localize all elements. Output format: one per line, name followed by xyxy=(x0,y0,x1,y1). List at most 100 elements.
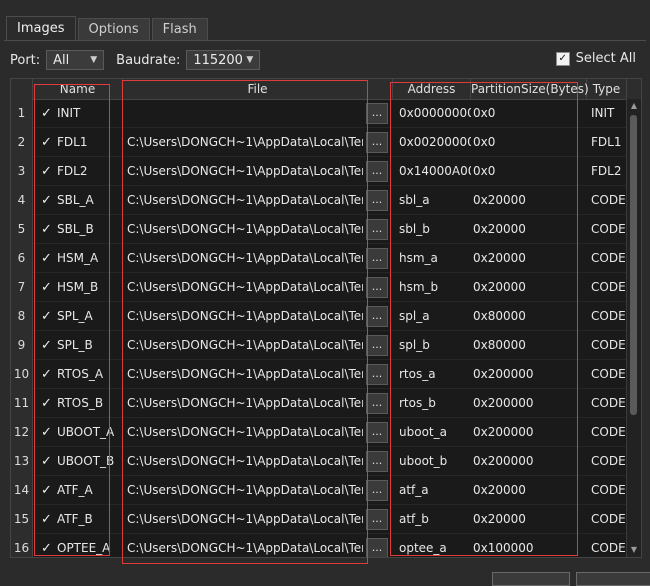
browse-button[interactable]: ... xyxy=(366,161,388,182)
row-partition-size: 0x200000 xyxy=(473,367,534,381)
browse-button[interactable]: ... xyxy=(366,480,388,501)
vertical-scrollbar[interactable]: ▲ ▼ xyxy=(626,99,641,557)
row-partition-size: 0x20000 xyxy=(473,512,526,526)
row-file[interactable]: C:\Users\DONGCH~1\AppData\Local\Temp xyxy=(127,389,363,418)
browse-button[interactable]: ... xyxy=(366,277,388,298)
browse-button[interactable]: ... xyxy=(366,422,388,443)
row-name: HSM_B xyxy=(57,280,99,294)
browse-button[interactable]: ... xyxy=(366,103,388,124)
row-type: CODE xyxy=(591,367,626,381)
table-row[interactable]: 13 ✓ UBOOT_B C:\Users\DONGCH~1\AppData\Loca… xyxy=(11,447,627,476)
row-file[interactable]: C:\Users\DONGCH~1\AppData\Local\Temp xyxy=(127,302,363,331)
table-row[interactable]: 5 ✓ SBL_B C:\Users\DONGCH~1\AppData\Local\T… xyxy=(11,215,627,244)
row-check-icon[interactable]: ✓ xyxy=(41,244,52,273)
row-file[interactable]: C:\Users\DONGCH~1\AppData\Local\Temp xyxy=(127,534,363,557)
row-address: 0x00000000 xyxy=(399,106,471,120)
row-number: 10 xyxy=(11,360,33,389)
row-name: SPL_A xyxy=(57,309,93,323)
row-check-icon[interactable]: ✓ xyxy=(41,360,52,389)
row-check-icon[interactable]: ✓ xyxy=(41,447,52,476)
row-check-icon[interactable]: ✓ xyxy=(41,476,52,505)
row-check-icon[interactable]: ✓ xyxy=(41,389,52,418)
header-address[interactable]: Address xyxy=(393,79,471,99)
row-file[interactable] xyxy=(127,99,363,128)
scroll-down-icon[interactable]: ▼ xyxy=(627,543,641,557)
port-toolbar: Port: All ▼ Baudrate: 115200 ▼ xyxy=(10,49,261,71)
row-number: 16 xyxy=(11,534,33,557)
row-file[interactable]: C:\Users\DONGCH~1\AppData\Local\Temp xyxy=(127,128,363,157)
bottom-button-left[interactable] xyxy=(492,572,570,586)
table-row[interactable]: 8 ✓ SPL_A C:\Users\DONGCH~1\AppData\Local\T… xyxy=(11,302,627,331)
header-name[interactable]: Name xyxy=(33,79,123,99)
header-file[interactable]: File xyxy=(123,79,393,99)
row-file[interactable]: C:\Users\DONGCH~1\AppData\Local\Temp xyxy=(127,244,363,273)
tab-images[interactable]: Images xyxy=(6,16,76,40)
browse-button[interactable]: ... xyxy=(366,538,388,557)
browse-button[interactable]: ... xyxy=(366,190,388,211)
row-check-icon[interactable]: ✓ xyxy=(41,128,52,157)
table-row[interactable]: 14 ✓ ATF_A C:\Users\DONGCH~1\AppData\Local\… xyxy=(11,476,627,505)
browse-button[interactable]: ... xyxy=(366,132,388,153)
row-file[interactable]: C:\Users\DONGCH~1\AppData\Local\Temp xyxy=(127,418,363,447)
row-file[interactable]: C:\Users\DONGCH~1\AppData\Local\Temp xyxy=(127,476,363,505)
select-all-checkbox[interactable]: ✓ xyxy=(555,51,570,66)
row-number: 5 xyxy=(11,215,33,244)
table-row[interactable]: 10 ✓ RTOS_A C:\Users\DONGCH~1\AppData\Local… xyxy=(11,360,627,389)
bottom-button-right[interactable] xyxy=(576,572,650,586)
table-row[interactable]: 3 ✓ FDL2 C:\Users\DONGCH~1\AppData\Local\Te… xyxy=(11,157,627,186)
row-file[interactable]: C:\Users\DONGCH~1\AppData\Local\Temp xyxy=(127,215,363,244)
row-check-icon[interactable]: ✓ xyxy=(41,331,52,360)
table-row[interactable]: 12 ✓ UBOOT_A C:\Users\DONGCH~1\AppData\Loca… xyxy=(11,418,627,447)
row-file[interactable]: C:\Users\DONGCH~1\AppData\Local\Temp xyxy=(127,505,363,534)
row-name: SBL_B xyxy=(57,222,94,236)
baudrate-select[interactable]: 115200 ▼ xyxy=(186,50,261,70)
table-row[interactable]: 15 ✓ ATF_B C:\Users\DONGCH~1\AppData\Local\… xyxy=(11,505,627,534)
row-check-icon[interactable]: ✓ xyxy=(41,418,52,447)
row-address: optee_a xyxy=(399,541,447,555)
browse-button[interactable]: ... xyxy=(366,364,388,385)
row-check-icon[interactable]: ✓ xyxy=(41,157,52,186)
row-number: 1 xyxy=(11,99,33,128)
row-check-icon[interactable]: ✓ xyxy=(41,99,52,128)
browse-button[interactable]: ... xyxy=(366,393,388,414)
row-check-icon[interactable]: ✓ xyxy=(41,505,52,534)
table-row[interactable]: 2 ✓ FDL1 C:\Users\DONGCH~1\AppData\Local\Te… xyxy=(11,128,627,157)
browse-button[interactable]: ... xyxy=(366,335,388,356)
tab-options[interactable]: Options xyxy=(77,18,150,40)
browse-button[interactable]: ... xyxy=(366,219,388,240)
tab-flash[interactable]: Flash xyxy=(151,18,208,40)
table-row[interactable]: 4 ✓ SBL_A C:\Users\DONGCH~1\AppData\Local\T… xyxy=(11,186,627,215)
row-file[interactable]: C:\Users\DONGCH~1\AppData\Local\Temp xyxy=(127,331,363,360)
scroll-up-icon[interactable]: ▲ xyxy=(627,99,641,113)
table-row[interactable]: 11 ✓ RTOS_B C:\Users\DONGCH~1\AppData\Local… xyxy=(11,389,627,418)
browse-button[interactable]: ... xyxy=(366,306,388,327)
browse-button[interactable]: ... xyxy=(366,509,388,530)
table-row[interactable]: 16 ✓ OPTEE_A C:\Users\DONGCH~1\AppData\Loca… xyxy=(11,534,627,557)
row-file[interactable]: C:\Users\DONGCH~1\AppData\Local\Temp xyxy=(127,186,363,215)
row-file[interactable]: C:\Users\DONGCH~1\AppData\Local\Temp xyxy=(127,360,363,389)
row-check-icon[interactable]: ✓ xyxy=(41,186,52,215)
port-select[interactable]: All ▼ xyxy=(46,50,105,70)
browse-button[interactable]: ... xyxy=(366,248,388,269)
row-check-icon[interactable]: ✓ xyxy=(41,534,52,557)
row-check-icon[interactable]: ✓ xyxy=(41,273,52,302)
table-row[interactable]: 9 ✓ SPL_B C:\Users\DONGCH~1\AppData\Local\T… xyxy=(11,331,627,360)
select-all[interactable]: ✓ Select All xyxy=(555,51,636,66)
baudrate-select-value: 115200 xyxy=(193,52,243,68)
table-row[interactable]: 6 ✓ HSM_A C:\Users\DONGCH~1\AppData\Local\T… xyxy=(11,244,627,273)
row-check-icon[interactable]: ✓ xyxy=(41,302,52,331)
row-check-icon[interactable]: ✓ xyxy=(41,215,52,244)
row-name: SPL_B xyxy=(57,338,93,352)
table-row[interactable]: 7 ✓ HSM_B C:\Users\DONGCH~1\AppData\Local\T… xyxy=(11,273,627,302)
row-file[interactable]: C:\Users\DONGCH~1\AppData\Local\Temp xyxy=(127,273,363,302)
header-partition-size[interactable]: PartitionSize(Bytes) xyxy=(471,79,589,99)
table-row[interactable]: 1 ✓ INIT... 0x00000000 0x0 INIT xyxy=(11,99,627,128)
row-partition-size: 0x0 xyxy=(473,106,496,120)
row-file[interactable]: C:\Users\DONGCH~1\AppData\Local\Temp xyxy=(127,157,363,186)
row-file[interactable]: C:\Users\DONGCH~1\AppData\Local\Temp xyxy=(127,447,363,476)
browse-button[interactable]: ... xyxy=(366,451,388,472)
tab-bar: Images Options Flash xyxy=(6,16,210,40)
header-type[interactable]: Type xyxy=(587,79,627,99)
scrollbar-thumb[interactable] xyxy=(630,115,637,415)
row-partition-size: 0x80000 xyxy=(473,338,526,352)
